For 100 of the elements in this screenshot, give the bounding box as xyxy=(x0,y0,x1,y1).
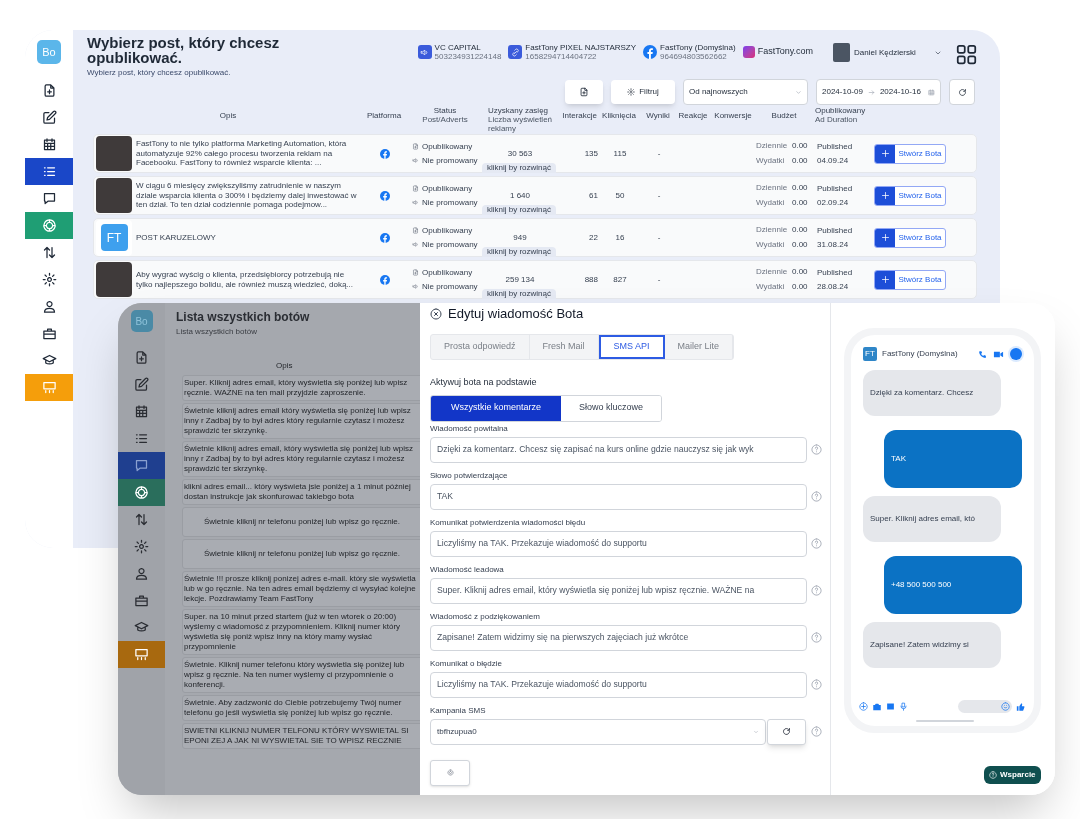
avatar-placeholder xyxy=(833,43,850,62)
input-field[interactable]: Zapisane! Zatem widzimy się na pierwszych zajęciach już wkrótce xyxy=(430,624,807,651)
interactions-value: 61 xyxy=(588,189,598,202)
column-subheader: Post/Adverts xyxy=(421,115,469,124)
expand-link[interactable]: kliknij by rozwinąć xyxy=(482,205,557,215)
swirl-icon xyxy=(41,218,57,233)
arrows-icon xyxy=(134,512,149,527)
message-field[interactable] xyxy=(958,700,1012,713)
budget-label: Dziennie xyxy=(756,182,789,194)
tab[interactable]: SMS API xyxy=(598,335,665,359)
column-header: Uzyskany zasięg xyxy=(488,106,550,115)
document-icon xyxy=(412,185,419,192)
field-label: Słowo potwierdzające xyxy=(430,469,509,482)
chat-bubble: Dzięki za komentarz. Chcesz xyxy=(863,370,1001,416)
smiley-icon[interactable] xyxy=(1001,702,1010,711)
expand-link[interactable]: kliknij by rozwinąć xyxy=(482,163,557,173)
support-button[interactable]: Wsparcie xyxy=(984,766,1041,784)
column-header: Kliknięcia xyxy=(601,111,637,120)
facebook-icon xyxy=(643,45,658,59)
graduation-cap-icon xyxy=(41,353,57,368)
swirl-icon xyxy=(134,485,149,500)
apps-grid-icon[interactable] xyxy=(956,44,977,65)
megaphone-icon xyxy=(412,199,419,206)
toggle-option[interactable]: Wszystkie komentarze xyxy=(431,395,561,421)
date-range-field[interactable]: 2024-10-09 2024-10-16 xyxy=(816,79,941,105)
page-subtitle: Lista wszystkich botów xyxy=(176,326,258,338)
post-row[interactable] xyxy=(93,134,977,173)
create-bot-button[interactable]: Stwórz Bota xyxy=(874,185,946,206)
post-row[interactable] xyxy=(93,176,977,215)
export-button[interactable] xyxy=(565,80,603,104)
publish-status: Published xyxy=(817,140,854,153)
reach-value: 30 563 xyxy=(506,147,534,160)
microphone-icon[interactable] xyxy=(899,702,908,711)
input-field[interactable]: Dzięki za komentarz. Chcesz się zapisać na kurs online gdzie nauczysz się jak wyk xyxy=(430,436,807,463)
account-id: 964694803562662 xyxy=(660,52,728,61)
post-row[interactable] xyxy=(93,260,977,299)
chat-bubble: TAK xyxy=(884,430,1022,488)
tab[interactable]: Mailer Lite xyxy=(664,335,734,359)
close-icon[interactable] xyxy=(430,308,442,320)
create-bot-button[interactable]: Stwórz Bota xyxy=(874,269,946,290)
pencil-icon xyxy=(41,110,57,125)
facebook-icon xyxy=(380,274,390,285)
post-description: FastTony to nie tylko platforma Marketing Automation, która automatyzuje 92% całego procesu tworzenia reklam na Facebooku. FastTony to również wsparcie klienta: ... xyxy=(136,139,348,168)
interactions-value: 22 xyxy=(588,231,598,244)
create-bot-button[interactable]: Stwórz Bota xyxy=(874,143,946,164)
chat-bubble: Super. Kliknij adres email, któ xyxy=(863,496,1001,542)
budget-value: 0.00 xyxy=(792,155,809,167)
budget-label: Wydatki xyxy=(756,197,786,209)
camera-icon[interactable] xyxy=(872,701,882,712)
budget-label: Wydatki xyxy=(756,281,786,293)
publish-date: 04.09.24 xyxy=(817,154,850,167)
graduation-cap-icon xyxy=(134,620,149,635)
input-field[interactable]: Super. Kliknij adres email, który wyświetla się poniżej lub wpisz ręcznie. WAŻNE na xyxy=(430,577,807,604)
post-row[interactable]: FT POST KARUZELOWY Opublikowany Nie promowany 949 22 16 - Dziennie 0.00 Wydatki 0.00 Published 31.08.24 Stwórz Bota kliknij by rozwinąć xyxy=(93,218,977,257)
input-field[interactable]: Liczyliśmy na TAK. Przekazuje wiadomość do supportu xyxy=(430,671,807,698)
user-name: Daniel Kędzierski xyxy=(854,46,917,59)
tab[interactable]: Prosta odpowiedź xyxy=(431,335,530,359)
post-status: Opublikowany xyxy=(422,182,473,195)
sort-dropdown[interactable]: Od najnowszych xyxy=(683,79,808,105)
interactions-value: 135 xyxy=(583,147,598,160)
input-field[interactable]: Liczyliśmy na TAK. Przekazuje wiadomość do supportu xyxy=(430,530,807,557)
file-plus-icon xyxy=(579,87,589,97)
chat-icon xyxy=(134,458,149,473)
chat-bubble: +48 500 500 500 xyxy=(884,556,1022,614)
plus-icon xyxy=(880,233,890,242)
help-icon xyxy=(989,771,997,779)
file-plus-icon xyxy=(41,83,57,98)
campaign-dropdown[interactable]: tbfhzupua0 xyxy=(430,718,766,745)
tab[interactable]: Fresh Mail xyxy=(529,335,599,359)
create-bot-button[interactable]: Stwórz Bota xyxy=(874,227,946,248)
refresh-icon xyxy=(957,87,967,97)
file-plus-icon xyxy=(134,350,149,365)
chat-bubble: Zapisane! Zatem widzimy si xyxy=(863,622,1001,668)
chevron-down-icon xyxy=(795,88,802,96)
chevron-down-icon xyxy=(753,728,759,735)
settings-icon xyxy=(134,539,149,554)
arrows-icon xyxy=(41,245,57,260)
budget-value: 0.00 xyxy=(792,140,809,152)
plus-icon xyxy=(880,149,890,158)
filter-button[interactable]: Filtruj xyxy=(611,80,675,104)
expand-link[interactable]: kliknij by rozwinąć xyxy=(482,247,557,257)
budget-label: Wydatki xyxy=(756,239,786,251)
photo-placeholder xyxy=(96,262,132,297)
input-field[interactable]: TAK xyxy=(430,483,807,510)
image-icon[interactable] xyxy=(886,702,895,711)
phone-icon[interactable] xyxy=(978,349,987,359)
list-icon xyxy=(41,164,57,179)
publish-status: Published xyxy=(817,224,854,237)
expand-link[interactable]: kliknij by rozwinąć xyxy=(482,289,557,299)
results-value: - xyxy=(656,189,662,202)
arrow-right-icon xyxy=(867,88,875,96)
results-value: - xyxy=(656,147,662,160)
thumbs-up-icon[interactable] xyxy=(1016,701,1026,712)
refresh-button[interactable] xyxy=(949,79,975,105)
post-status: Opublikowany xyxy=(422,140,473,153)
reach-value: 1 640 xyxy=(509,189,531,202)
column-header: Status xyxy=(432,106,458,115)
megaphone-icon xyxy=(412,283,419,290)
plus-icon xyxy=(880,275,890,284)
info-icon[interactable] xyxy=(1010,348,1022,360)
